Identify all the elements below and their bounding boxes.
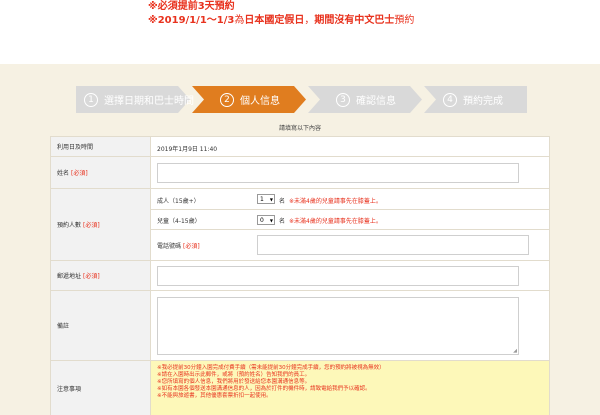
form-subtitle: 請填寫以下內容 bbox=[278, 125, 321, 132]
progress-steps: 1 選擇日期和巴士時間 2 個人信息 3 確認信息 4 預約完成 bbox=[76, 86, 527, 113]
child-select-arrow-icon: ▼ bbox=[269, 218, 273, 223]
row-name: 姓名 [必須] bbox=[51, 157, 549, 189]
step-1-label: 選擇日期和巴士時間 bbox=[104, 96, 194, 107]
adult-unit: 名 bbox=[279, 198, 286, 205]
note-item: ※我必提前30分鐘入園完成付費手續（需未能提前30分鐘完成手續，您的預約將被視為… bbox=[157, 365, 385, 371]
zip-input[interactable] bbox=[157, 266, 519, 286]
child-select[interactable]: 0 ▼ bbox=[257, 215, 275, 225]
step-4: 4 預約完成 bbox=[443, 86, 503, 113]
row-remarks: 備註 ◢ bbox=[51, 291, 549, 361]
child-unit: 名 bbox=[279, 218, 286, 225]
date-value: 2019年1月9日 11:40 bbox=[157, 146, 218, 153]
row-notes: 注意事項 ※我必提前30分鐘入園完成付費手續（需未能提前30分鐘完成手續，您的預… bbox=[51, 361, 549, 415]
note-item: ※不能與旅遊書，其他優惠套票折扣一起使用。 bbox=[157, 393, 272, 399]
note-item: ※請在入園時出示此郵件，或將（預約姓名）告知我們的員工。 bbox=[157, 372, 311, 378]
child-subrow: 兒童（4-15歲） 0 ▼ 名 ※未滿4歲的兒童請事先在膝蓋上。 bbox=[151, 210, 549, 230]
resize-handle-icon[interactable]: ◢ bbox=[513, 348, 517, 354]
step-4-number: 4 bbox=[443, 92, 457, 107]
notes-label: 注意事項 bbox=[51, 361, 151, 415]
date-label: 利用日及時間 bbox=[51, 137, 151, 156]
note-item: ※您所填寫的個人信息，我們將用於發送給您本園溝通信息等。 bbox=[157, 379, 311, 385]
reservation-form: 利用日及時間 2019年1月9日 11:40 姓名 [必須] 預約人數 [必須] 成… bbox=[50, 136, 550, 415]
name-input[interactable] bbox=[157, 163, 519, 183]
row-date: 利用日及時間 2019年1月9日 11:40 bbox=[51, 137, 549, 157]
step-2-number: 2 bbox=[220, 92, 234, 107]
step-1-number: 1 bbox=[84, 92, 98, 107]
remarks-label: 備註 bbox=[51, 291, 151, 360]
name-label: 姓名 [必須] bbox=[51, 157, 151, 188]
step-3: 3 確認信息 bbox=[336, 86, 396, 113]
step-3-label: 確認信息 bbox=[356, 96, 396, 107]
phone-subrow: 電話號碼 [必須] bbox=[151, 230, 549, 261]
child-hint: ※未滿4歲的兒童請事先在膝蓋上。 bbox=[289, 218, 382, 225]
adult-hint: ※未滿4歲的兒童請事先在膝蓋上。 bbox=[289, 198, 382, 205]
notice-line-1: ※必須提前3天預約 bbox=[148, 1, 235, 12]
child-label: 兒童（4-15歲） bbox=[157, 218, 201, 225]
adult-select[interactable]: 1 ▼ bbox=[257, 194, 275, 204]
notice-line-2: ※2019/1/1〜1/3為日本國定假日，期間沒有中文巴士預約 bbox=[148, 15, 415, 26]
adult-label: 成人（15歲+） bbox=[157, 198, 200, 205]
row-people: 預約人數 [必須] 成人（15歲+） 1 ▼ 名 ※未滿4歲的兒童請事先在膝蓋上。 … bbox=[51, 189, 549, 261]
notice-text: ※必須提前3天預約 ※2019/1/1〜1/3為日本國定假日，期間沒有中文巴士預… bbox=[148, 0, 414, 28]
step-2-label: 個人信息 bbox=[240, 96, 280, 107]
step-3-number: 3 bbox=[336, 92, 350, 107]
step-1: 1 選擇日期和巴士時間 bbox=[84, 86, 194, 113]
step-2: 2 個人信息 bbox=[220, 86, 280, 113]
note-item: ※如有本園各個發送本園溝通信息的人，因為於打件的機件時，請致電給我們予以確認。 bbox=[157, 386, 371, 392]
step-4-label: 預約完成 bbox=[463, 96, 503, 107]
notes-box: ※我必提前30分鐘入園完成付費手續（需未能提前30分鐘完成手續，您的預約將被視為… bbox=[151, 361, 549, 415]
phone-input[interactable] bbox=[257, 235, 529, 255]
adult-select-arrow-icon: ▼ bbox=[269, 197, 273, 202]
phone-label: 電話號碼 [必須] bbox=[157, 243, 200, 250]
adult-subrow: 成人（15歲+） 1 ▼ 名 ※未滿4歲的兒童請事先在膝蓋上。 bbox=[151, 189, 549, 210]
zip-label: 郵遞地址 [必須] bbox=[51, 261, 151, 290]
people-label: 預約人數 [必須] bbox=[51, 189, 151, 260]
remarks-textarea[interactable]: ◢ bbox=[157, 297, 519, 355]
row-zip: 郵遞地址 [必須] bbox=[51, 261, 549, 291]
